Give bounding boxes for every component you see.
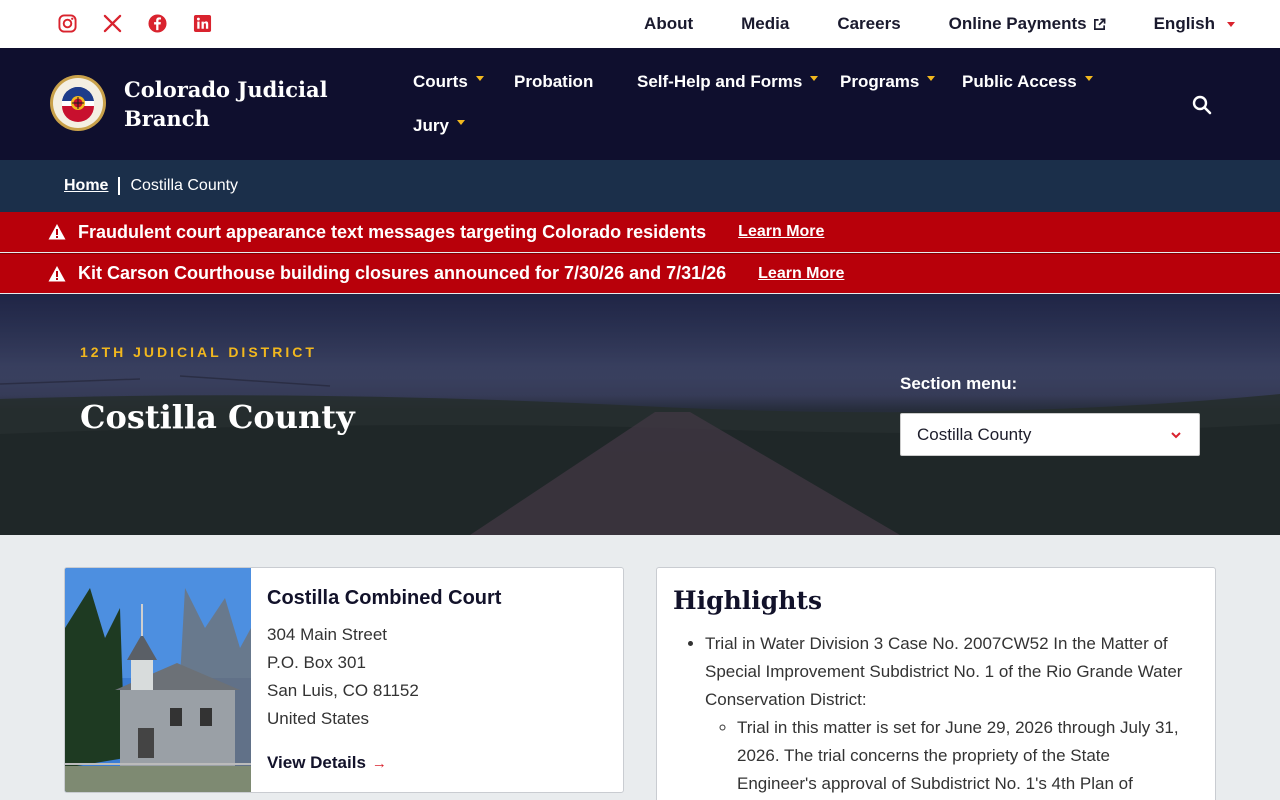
nav-courts[interactable]: Courts — [413, 70, 484, 94]
alert-message: Kit Carson Courthouse building closures … — [78, 263, 727, 283]
highlights-list: Trial in Water Division 3 Case No. 2007C… — [689, 630, 1189, 798]
external-link-icon — [1093, 18, 1106, 30]
caret-down-icon — [456, 119, 465, 125]
court-card: Costilla Combined Court 304 Main Street … — [64, 567, 624, 793]
section-menu-label: Section menu: — [900, 374, 1018, 393]
view-details-link[interactable]: View Details → — [267, 753, 387, 773]
careers-link[interactable]: Careers — [837, 14, 900, 34]
nav-public-access-label: Public Access — [962, 72, 1077, 91]
highlights-sublist: Trial in this matter is set for June 29,… — [721, 714, 1189, 798]
breadcrumb-current: Costilla County — [130, 177, 239, 194]
x-icon[interactable] — [103, 14, 122, 33]
highlights-card: Highlights Trial in Water Division 3 Cas… — [656, 567, 1216, 800]
media-link[interactable]: Media — [741, 14, 789, 34]
address-line: P.O. Box 301 — [267, 653, 366, 672]
address-line: United States — [267, 709, 370, 728]
linkedin-icon[interactable] — [193, 14, 212, 33]
language-selector[interactable]: English — [1154, 14, 1235, 34]
nav-jury[interactable]: Jury — [413, 114, 465, 138]
court-name: Costilla Combined Court — [267, 587, 502, 609]
caret-down-icon — [1227, 21, 1235, 27]
breadcrumb-home[interactable]: Home — [64, 177, 108, 195]
alert-banner: Fraudulent court appearance text message… — [0, 212, 1280, 252]
nav-courts-label: Courts — [413, 72, 468, 91]
main-header: Colorado Judicial Branch Courts Probatio… — [0, 48, 1280, 160]
page-title: Costilla County — [80, 398, 355, 436]
view-details-label: View Details — [267, 753, 366, 772]
online-payments-link[interactable]: Online Payments — [949, 14, 1106, 34]
nav-programs-label: Programs — [840, 72, 920, 91]
colorado-courts-seal-logo[interactable] — [49, 74, 107, 132]
list-item: Trial in this matter is set for June 29,… — [737, 714, 1189, 798]
section-menu-value: Costilla County — [917, 424, 1032, 444]
highlight-subtext: Trial in this matter is set for June 29,… — [737, 718, 1179, 793]
nav-public-access[interactable]: Public Access — [962, 70, 1093, 94]
nav-probation-label: Probation — [514, 72, 594, 91]
caret-down-icon — [810, 75, 819, 81]
highlight-text: Trial in Water Division 3 Case No. 2007C… — [705, 634, 1183, 709]
nav-probation[interactable]: Probation — [514, 70, 593, 94]
highlights-title: Highlights — [673, 586, 823, 615]
nav-programs[interactable]: Programs — [840, 70, 936, 94]
address-line: 304 Main Street — [267, 625, 388, 644]
caret-down-icon — [475, 75, 484, 81]
alert-banner: Kit Carson Courthouse building closures … — [0, 253, 1280, 293]
caret-down-icon — [927, 75, 936, 81]
district-kicker: 12TH JUDICIAL DISTRICT — [80, 344, 317, 360]
nav-jury-label: Jury — [413, 116, 449, 135]
utility-nav: About Media Careers Online Payments Engl… — [596, 0, 1235, 48]
facebook-icon[interactable] — [148, 14, 167, 33]
arrow-right-icon: → — [371, 754, 387, 772]
caret-down-icon — [1084, 75, 1093, 81]
alert-learn-more-link[interactable]: Learn More — [758, 265, 844, 283]
search-icon[interactable] — [1191, 94, 1213, 116]
breadcrumb: Home Costilla County — [0, 160, 1280, 212]
online-payments-label: Online Payments — [948, 14, 1087, 33]
alert-learn-more-link[interactable]: Learn More — [738, 223, 824, 241]
utility-bar: About Media Careers Online Payments Engl… — [0, 0, 1280, 48]
breadcrumb-separator — [118, 177, 121, 195]
address-line: San Luis, CO 81152 — [267, 681, 419, 700]
list-item: Trial in Water Division 3 Case No. 2007C… — [705, 630, 1189, 798]
nav-self-help-label: Self-Help and Forms — [637, 72, 803, 91]
chevron-down-icon — [1171, 432, 1181, 439]
about-link[interactable]: About — [644, 14, 693, 34]
warning-icon — [48, 265, 66, 281]
instagram-icon[interactable] — [58, 14, 77, 33]
nav-self-help[interactable]: Self-Help and Forms — [637, 70, 819, 94]
hero-banner: 12TH JUDICIAL DISTRICT Costilla County S… — [0, 294, 1280, 535]
courthouse-photo — [65, 568, 251, 792]
site-title[interactable]: Colorado Judicial Branch — [124, 75, 334, 133]
warning-icon — [48, 224, 66, 240]
language-label: English — [1153, 14, 1215, 33]
alert-message: Fraudulent court appearance text message… — [78, 221, 707, 242]
social-links — [58, 14, 212, 33]
section-menu-select[interactable]: Costilla County — [900, 413, 1200, 456]
